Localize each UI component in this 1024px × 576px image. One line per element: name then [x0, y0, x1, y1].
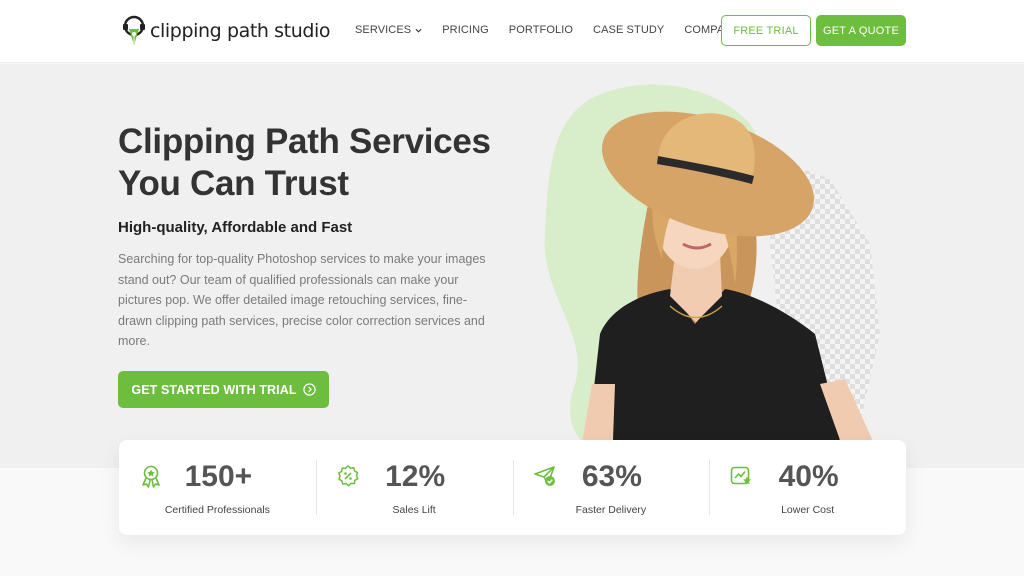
site-header: clipping path studio SERVICES PRICING PO…: [0, 0, 1024, 63]
main-nav: SERVICES PRICING PORTFOLIO CASE STUDY CO…: [355, 24, 771, 36]
nav-item-portfolio[interactable]: PORTFOLIO: [509, 24, 573, 36]
nav-label: PORTFOLIO: [508, 24, 574, 36]
stat-label: Certified Professionals: [164, 504, 270, 516]
hero-description: Searching for top-quality Photoshop serv…: [118, 252, 486, 348]
hero-title-line-2: You Can Trust: [118, 164, 349, 203]
stat-number: 40%: [778, 460, 839, 493]
stat-label: Faster Delivery: [575, 504, 647, 516]
free-trial-button[interactable]: FREE TRIAL: [721, 15, 811, 46]
chevron-down-icon: [415, 28, 422, 33]
stat-certified-professionals: 150+ Certified Professionals: [119, 440, 316, 535]
get-quote-button[interactable]: GET A QUOTE: [816, 15, 906, 46]
stat-lower-cost: 40% Lower Cost: [709, 440, 906, 535]
stat-number: 63%: [581, 460, 642, 493]
get-started-trial-button[interactable]: GET STARTED WITH TRIAL: [118, 371, 329, 408]
stat-faster-delivery: 63% Faster Delivery: [512, 440, 710, 535]
stat-label: Lower Cost: [781, 504, 835, 516]
nav-label: SERVICES: [355, 24, 412, 36]
stat-label: Sales Lift: [392, 504, 436, 516]
nav-item-services[interactable]: SERVICES: [355, 24, 422, 36]
hero-title-line-1: Clipping Path Services: [118, 122, 491, 161]
stat-number: 12%: [385, 460, 446, 493]
cta-label: GET STARTED WITH TRIAL: [131, 382, 297, 397]
nav-label: CASE STUDY: [593, 24, 665, 36]
hero-subtitle: High-quality, Affordable and Fast: [118, 219, 353, 236]
hero-section: Clipping Path Services You Can Trust Hig…: [0, 64, 1024, 468]
stat-sales-lift: 12% Sales Lift: [315, 440, 513, 535]
pen-tool-logo-icon: [123, 15, 145, 45]
nav-item-pricing[interactable]: PRICING: [442, 24, 489, 36]
brand-logo[interactable]: clipping path studio: [121, 14, 331, 48]
circle-arrow-right-icon: [302, 383, 316, 396]
stat-number: 150+: [184, 460, 253, 493]
nav-item-case-study[interactable]: CASE STUDY: [593, 24, 664, 36]
hero-title: Clipping Path Services You Can Trust: [118, 121, 538, 205]
brand-name: clipping path studio: [150, 20, 331, 42]
hero-model-image: [544, 84, 885, 468]
stats-card: 150+ Certified Professionals 12% Sales L…: [119, 440, 906, 535]
nav-label: PRICING: [442, 24, 489, 36]
